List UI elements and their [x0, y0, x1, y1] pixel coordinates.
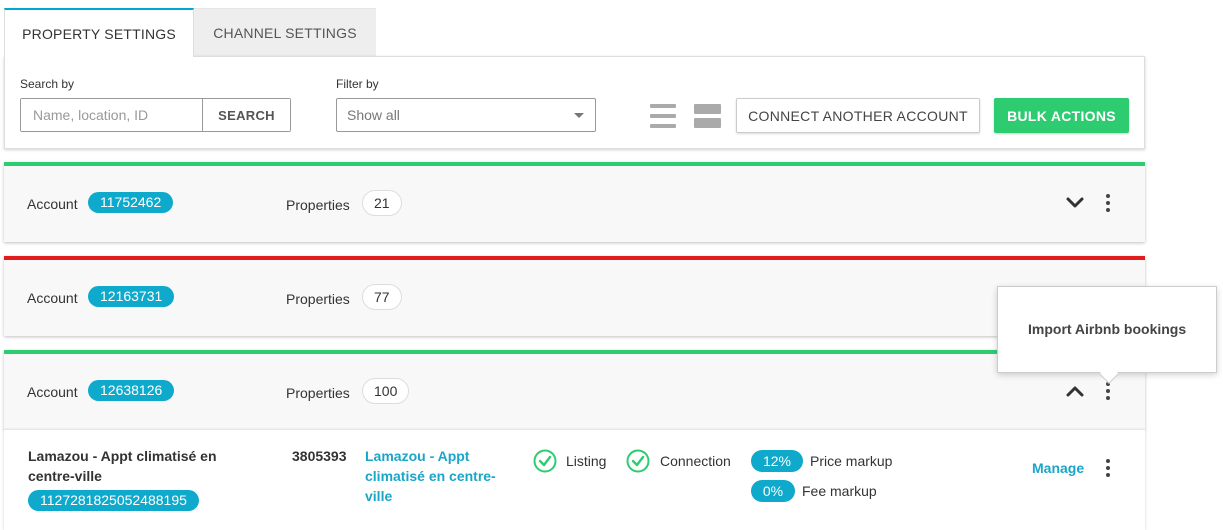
more-options-icon[interactable]	[1105, 459, 1111, 477]
account-id-badge: 12163731	[88, 286, 175, 307]
connect-account-button[interactable]: CONNECT ANOTHER ACCOUNT	[736, 98, 980, 133]
account-label: Account	[27, 290, 78, 306]
listing-status-label: Listing	[566, 453, 607, 469]
properties-count-badge: 77	[362, 284, 402, 310]
more-options-icon[interactable]	[1105, 194, 1111, 212]
account-label: Account	[27, 196, 78, 212]
connection-status-label: Connection	[660, 453, 731, 469]
property-row: Lamazou - Appt climatisé en centre-ville…	[4, 429, 1145, 530]
property-name: Lamazou - Appt climatisé en centre-ville	[28, 448, 217, 484]
listing-id-badge: 1127281825052488195	[28, 490, 199, 511]
search-input[interactable]	[21, 99, 202, 131]
tab-property-settings[interactable]: PROPERTY SETTINGS	[4, 8, 194, 57]
account-card: Account 11752462 Properties 21	[4, 162, 1145, 242]
bulk-actions-button[interactable]: BULK ACTIONS	[994, 98, 1129, 133]
price-markup-label: Price markup	[810, 453, 893, 469]
tab-channel-settings[interactable]: CHANNEL SETTINGS	[194, 8, 376, 57]
manage-link[interactable]: Manage	[1032, 460, 1084, 476]
filter-label: Filter by	[336, 77, 379, 91]
property-link[interactable]: Lamazou - Appt climatisé en centre-ville	[365, 446, 510, 506]
chevron-down-icon[interactable]	[1065, 193, 1085, 213]
search-button[interactable]: SEARCH	[202, 99, 290, 131]
account-label: Account	[27, 384, 78, 400]
import-bookings-menu-item[interactable]: Import Airbnb bookings	[1028, 321, 1186, 337]
account-header[interactable]: Account 12163731 Properties 77	[4, 260, 1145, 336]
filter-select-value: Show all	[347, 107, 400, 123]
properties-label: Properties	[286, 197, 350, 213]
properties-count-badge: 21	[362, 190, 402, 216]
account-header[interactable]: Account 11752462 Properties 21	[4, 166, 1145, 242]
chevron-up-icon[interactable]	[1065, 381, 1085, 401]
settings-tabs: PROPERTY SETTINGS CHANNEL SETTINGS	[4, 8, 376, 57]
fee-markup-badge: 0%	[751, 480, 795, 502]
filter-toolbar: Search by SEARCH Filter by Show all CONN…	[4, 56, 1145, 149]
card-view-icon[interactable]	[694, 104, 721, 128]
property-id: 3805393	[292, 448, 347, 464]
search-label: Search by	[20, 77, 75, 91]
account-card: Account 12163731 Properties 77	[4, 256, 1145, 336]
account-card: Account 12638126 Properties 100	[4, 350, 1145, 430]
more-options-icon[interactable]	[1105, 382, 1111, 400]
filter-select[interactable]: Show all	[336, 98, 596, 132]
caret-down-icon	[574, 113, 584, 118]
properties-label: Properties	[286, 291, 350, 307]
check-circle-icon	[626, 449, 650, 473]
search-group: SEARCH	[20, 98, 291, 132]
properties-label: Properties	[286, 385, 350, 401]
list-view-icon[interactable]	[650, 104, 676, 128]
check-circle-icon	[533, 449, 557, 473]
account-id-badge: 11752462	[88, 192, 174, 213]
account-id-badge: 12638126	[88, 380, 175, 401]
price-markup-badge: 12%	[751, 450, 803, 472]
account-header[interactable]: Account 12638126 Properties 100	[4, 354, 1145, 430]
properties-count-badge: 100	[362, 378, 410, 404]
fee-markup-label: Fee markup	[802, 483, 877, 499]
account-options-popover: Import Airbnb bookings	[997, 286, 1217, 384]
